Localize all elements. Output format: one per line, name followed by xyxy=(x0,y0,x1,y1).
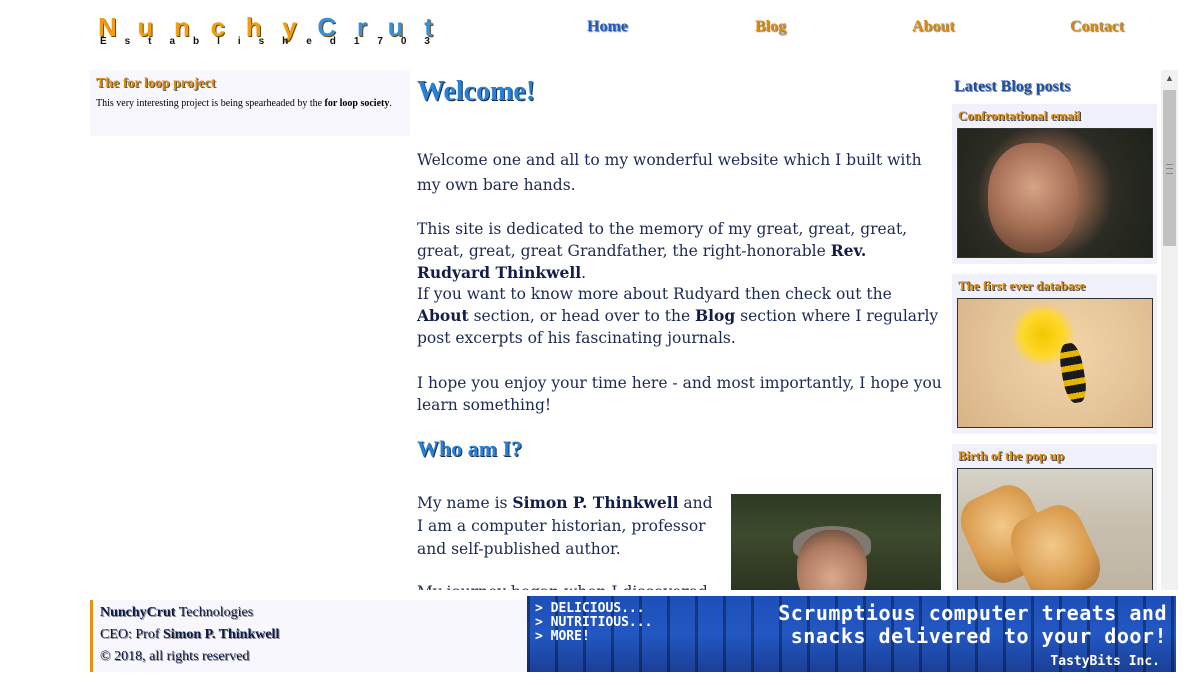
blog-mention: Blog xyxy=(695,306,736,325)
scrollbar-grip-icon xyxy=(1166,164,1173,174)
tagline-letter: 0 xyxy=(400,36,407,47)
footer-ceo: CEO: Prof Simon P. Thinkwell xyxy=(100,627,279,643)
latest-posts-sidebar: Latest Blog posts Confrontational email … xyxy=(952,70,1160,590)
ad-headline-line: Scrumptious computer treats and xyxy=(778,601,1167,625)
tagline-letter: s xyxy=(124,36,131,47)
ad-line: > DELICIOUS... xyxy=(535,601,645,616)
tagline-letter: i xyxy=(237,36,241,47)
tagline-letter: e xyxy=(306,36,312,47)
welcome-paragraph: Welcome one and all to my wonderful webs… xyxy=(417,151,922,194)
tagline-letter: t xyxy=(148,36,152,47)
portrait-face xyxy=(797,530,867,590)
para-text: section, or head over to the xyxy=(468,307,696,325)
footer-ceo-name: Simon P. Thinkwell xyxy=(163,627,280,642)
bio-paragraph: My name is Simon P. Thinkwell and I am a… xyxy=(417,491,722,561)
bee-flower-image[interactable] xyxy=(957,298,1153,428)
bio-text: My name is xyxy=(417,494,513,512)
footer-company-name: NunchyCrut xyxy=(100,605,176,620)
tagline-letter: 3 xyxy=(424,36,430,47)
tagline-letter: l xyxy=(217,36,220,47)
toaster-image[interactable] xyxy=(957,468,1153,590)
dedication-text-end: . xyxy=(581,264,587,282)
footer-company: NunchyCrut Technologies xyxy=(100,605,253,621)
scroll-up-arrow-icon[interactable]: ▲ xyxy=(1165,74,1174,83)
tagline-letter: h xyxy=(282,36,289,47)
tagline-letter: E xyxy=(100,36,107,47)
ad-line: > MORE! xyxy=(535,629,590,644)
blog-post-card[interactable]: Birth of the pop up xyxy=(952,444,1157,590)
project-description: This very interesting project is being s… xyxy=(96,99,396,109)
blog-post-title[interactable]: Confrontational email xyxy=(958,108,1081,124)
dedication-paragraph: This site is dedicated to the memory of … xyxy=(417,218,943,284)
nav-contact-link[interactable]: Contact xyxy=(1070,18,1124,36)
blog-post-card[interactable]: The first ever database xyxy=(952,274,1157,434)
footer-ceo-label: CEO: Prof xyxy=(100,627,163,642)
welcome-heading: Welcome! xyxy=(417,76,536,107)
tagline-letter: s xyxy=(258,36,265,47)
nav-blog-link[interactable]: Blog xyxy=(755,18,786,36)
about-mention: About xyxy=(417,306,469,325)
angry-man-image[interactable] xyxy=(957,128,1153,258)
project-society-name: for loop society xyxy=(324,98,390,109)
para-text: If you want to know more about Rudyard t… xyxy=(417,285,892,303)
ad-line: > NUTRITIOUS... xyxy=(535,615,653,630)
project-text: This very interesting project is being s… xyxy=(96,98,325,109)
page-scrollbar[interactable]: ▲ xyxy=(1161,70,1178,590)
who-am-i-heading: Who am I? xyxy=(417,436,523,461)
project-text-end: . xyxy=(389,98,392,109)
about-blog-paragraph: If you want to know more about Rudyard t… xyxy=(417,283,943,349)
journey-paragraph: My journey began when I discovered the xyxy=(417,581,722,590)
nav-about-link[interactable]: About xyxy=(912,18,955,36)
author-portrait-image xyxy=(731,494,941,590)
main-nav: Home Blog About Contact xyxy=(540,18,1150,42)
face-shape xyxy=(988,143,1078,253)
tagline-letter: b xyxy=(193,36,200,47)
ad-headline: Scrumptious computer treats and snacks d… xyxy=(717,602,1167,648)
footer-copyright: © 2018, all rights reserved xyxy=(100,649,250,664)
tagline-letter: 1 xyxy=(353,36,360,47)
bee-shape xyxy=(1056,341,1090,405)
site-footer: NunchyCrut Technologies CEO: Prof Simon … xyxy=(90,600,530,672)
project-title: The for loop project xyxy=(96,76,216,91)
ad-brand: TastyBits Inc. xyxy=(1050,654,1160,669)
blog-post-title[interactable]: The first ever database xyxy=(958,278,1085,294)
blog-post-card[interactable]: Confrontational email xyxy=(952,104,1157,264)
logo-tagline: E s t a b l i s h e d 1 7 0 3 xyxy=(100,36,430,47)
blog-post-title[interactable]: Birth of the pop up xyxy=(958,448,1064,464)
tagline-letter: a xyxy=(169,36,176,47)
site-logo[interactable]: N u n c h y C r u t E s t a b l i s h e … xyxy=(98,14,438,50)
footer-company-suffix: Technologies xyxy=(175,605,254,620)
author-name: Simon P. Thinkwell xyxy=(512,493,679,512)
ad-headline-line: snacks delivered to your door! xyxy=(790,624,1167,648)
enjoy-paragraph: I hope you enjoy your time here - and mo… xyxy=(417,374,942,414)
project-panel: The for loop project This very interesti… xyxy=(90,70,410,136)
tagline-letter: 7 xyxy=(377,36,383,47)
advertisement-banner[interactable]: > DELICIOUS... > NUTRITIOUS... > MORE! S… xyxy=(527,596,1176,672)
main-content: Welcome! Welcome one and all to my wonde… xyxy=(417,70,943,590)
scrollbar-thumb[interactable] xyxy=(1163,90,1176,246)
nav-home-link[interactable]: Home xyxy=(587,18,628,36)
tagline-letter: d xyxy=(329,36,336,47)
latest-posts-heading: Latest Blog posts xyxy=(954,78,1071,95)
ad-bullet-lines: > DELICIOUS... > NUTRITIOUS... > MORE! xyxy=(535,602,652,644)
